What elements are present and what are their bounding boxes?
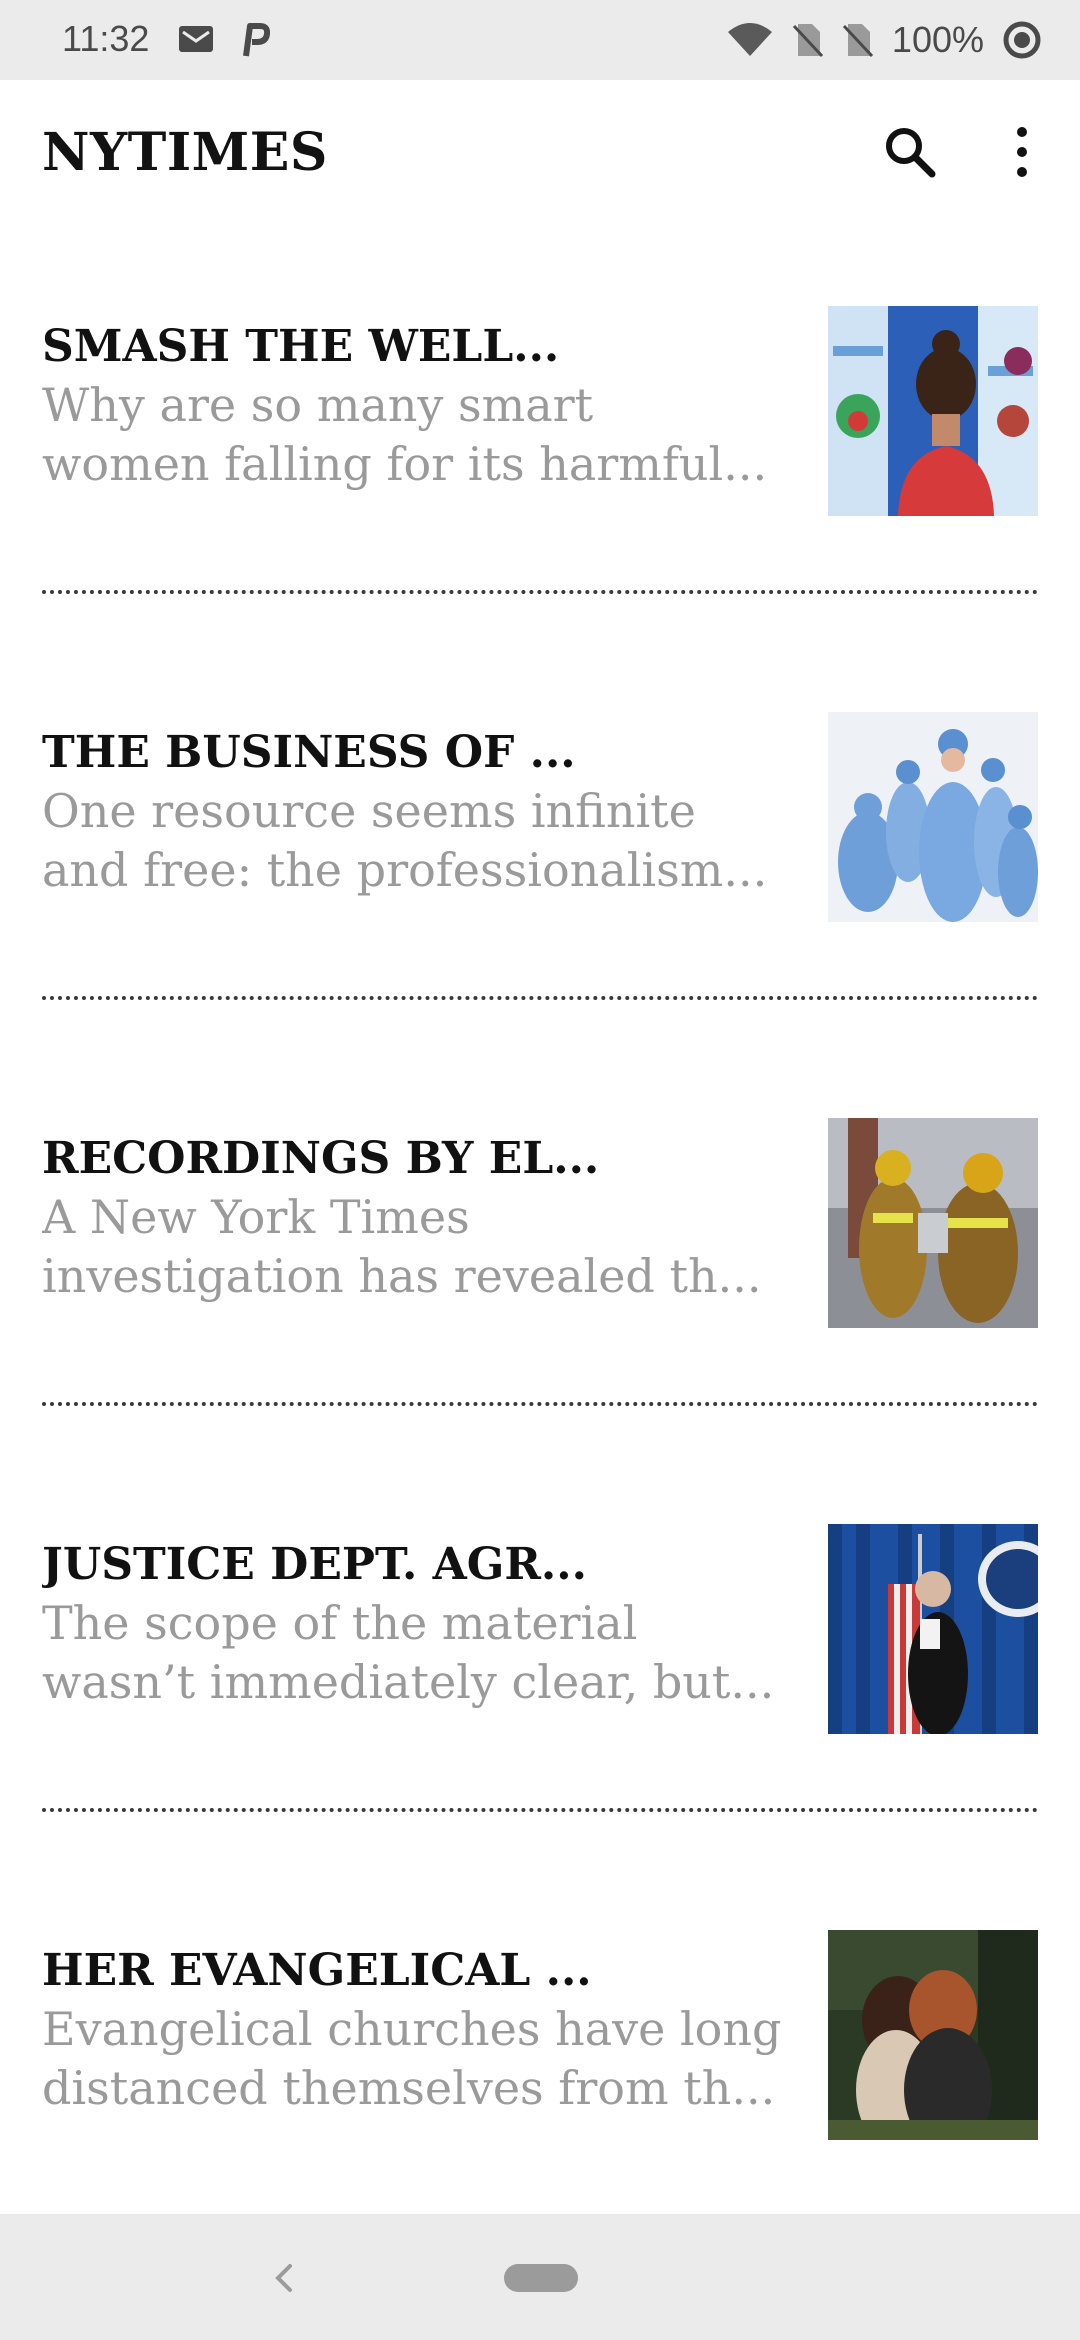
more-vert-icon[interactable] (1000, 122, 1044, 182)
summary-line: women falling for its harmful... (42, 437, 768, 491)
status-time: 11:32 (62, 18, 150, 59)
article-thumbnail[interactable] (828, 306, 1038, 516)
article-item[interactable]: THE BUSINESS OF ... One resource seems i… (0, 636, 1080, 1042)
summary-line: The scope of the material (42, 1596, 638, 1650)
article-text: RECORDINGS BY EL... A New York Times inv… (42, 1130, 802, 1306)
summary-line: A New York Times (42, 1190, 470, 1244)
no-sim-icon (842, 24, 874, 58)
article-title: JUSTICE DEPT. AGR... (42, 1539, 587, 1590)
status-right-group: 100% (726, 18, 1042, 62)
article-summary: A New York Times investigation has revea… (42, 1188, 802, 1306)
article-feed: SMASH THE WELL... Why are so many smart … (0, 230, 1080, 2260)
system-nav-bar (0, 2214, 1080, 2340)
no-sim-icon (792, 24, 824, 58)
article-summary: The scope of the material wasn’t immedia… (42, 1594, 802, 1712)
article-summary: Why are so many smart women falling for … (42, 376, 802, 494)
article-title: HER EVANGELICAL ... (42, 1945, 592, 1996)
summary-line: Why are so many smart (42, 378, 594, 432)
app-title: NYTIMES (42, 122, 328, 183)
article-summary: One resource seems infinite and free: th… (42, 782, 802, 900)
status-bar: 11:32 100% (0, 0, 1080, 80)
article-item[interactable]: JUSTICE DEPT. AGR... The scope of the ma… (0, 1448, 1080, 1854)
article-item[interactable]: SMASH THE WELL... Why are so many smart … (0, 230, 1080, 636)
divider (42, 1808, 1038, 1812)
mail-icon (179, 26, 213, 52)
article-text: THE BUSINESS OF ... One resource seems i… (42, 724, 802, 900)
article-thumbnail[interactable] (828, 1930, 1038, 2140)
summary-line: Evangelical churches have long (42, 2002, 782, 2056)
divider (42, 996, 1038, 1000)
battery-percentage: 100% (891, 19, 984, 60)
article-thumbnail[interactable] (828, 712, 1038, 922)
article-text: JUSTICE DEPT. AGR... The scope of the ma… (42, 1536, 802, 1712)
summary-line: investigation has revealed th... (42, 1249, 762, 1303)
summary-line: and free: the professionalism... (42, 843, 768, 897)
search-icon[interactable] (880, 122, 940, 182)
article-text: HER EVANGELICAL ... Evangelical churches… (42, 1942, 802, 2118)
article-title: THE BUSINESS OF ... (42, 727, 576, 778)
article-title: RECORDINGS BY EL... (42, 1133, 600, 1184)
summary-line: One resource seems infinite (42, 784, 696, 838)
divider (42, 1402, 1038, 1406)
home-pill-icon[interactable] (504, 2264, 578, 2292)
article-item[interactable]: RECORDINGS BY EL... A New York Times inv… (0, 1042, 1080, 1448)
wifi-icon (727, 23, 772, 56)
article-title: SMASH THE WELL... (42, 321, 560, 372)
article-thumbnail[interactable] (828, 1524, 1038, 1734)
article-summary: Evangelical churches have long distanced… (42, 2000, 802, 2118)
article-text: SMASH THE WELL... Why are so many smart … (42, 318, 802, 494)
summary-line: distanced themselves from th... (42, 2061, 776, 2115)
app-bar: NYTIMES (0, 80, 1080, 228)
summary-line: wasn’t immediately clear, but... (42, 1655, 775, 1709)
battery-icon (1003, 21, 1041, 59)
article-thumbnail[interactable] (828, 1118, 1038, 1328)
article-item[interactable]: HER EVANGELICAL ... Evangelical churches… (0, 1854, 1080, 2260)
divider (42, 590, 1038, 594)
back-icon[interactable] (270, 2256, 298, 2300)
p-icon (243, 23, 270, 57)
